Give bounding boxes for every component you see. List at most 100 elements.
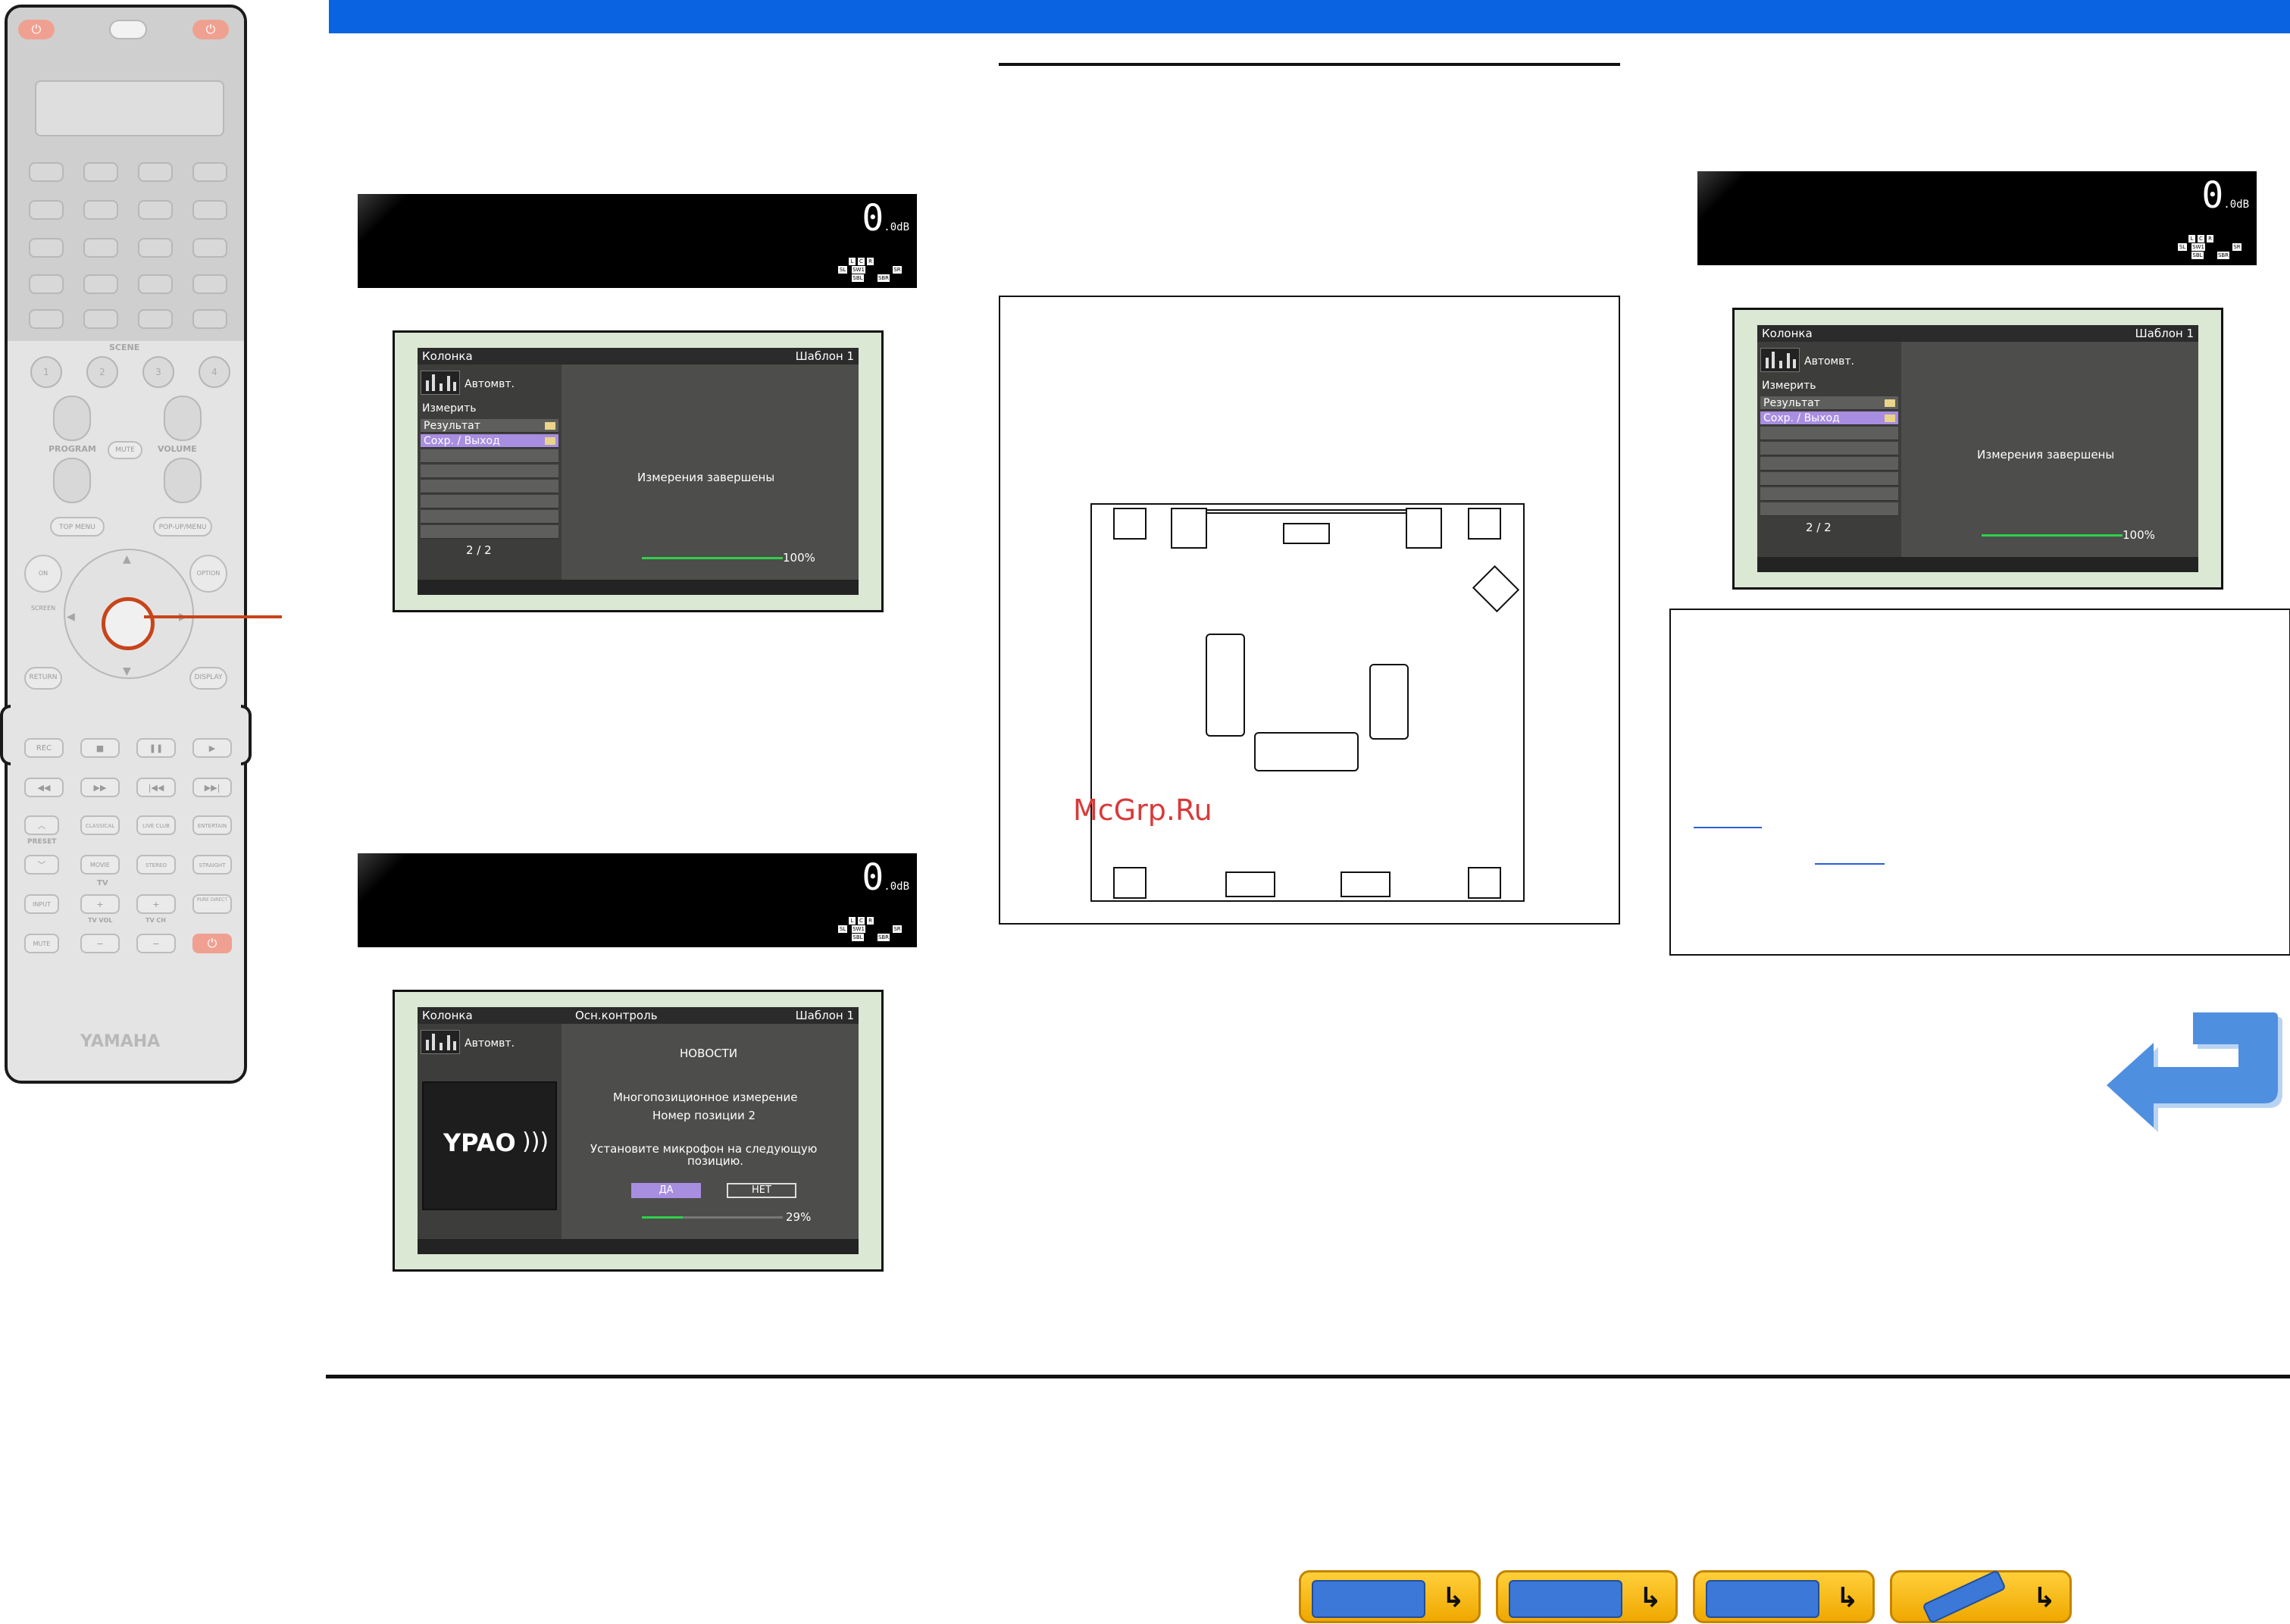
progress-fill <box>642 557 783 559</box>
on-screen-button[interactable]: ON SCREEN <box>24 555 62 612</box>
menu-item-save-exit[interactable]: Сохр. / Выход <box>421 434 558 448</box>
input-button[interactable]: INPUT <box>24 894 59 914</box>
fast-forward-button[interactable]: ▶▶ <box>80 778 120 797</box>
scene-key-3[interactable]: 3 <box>142 356 174 388</box>
measure-item[interactable]: Измерить <box>1762 380 1816 392</box>
tv-vol-up-button[interactable]: + <box>80 894 120 914</box>
skip-back-button[interactable]: |◀◀ <box>136 778 176 797</box>
down-arrow-icon[interactable]: ▼ <box>123 665 131 677</box>
input-key[interactable] <box>29 274 64 294</box>
up-arrow-icon[interactable]: ▲ <box>123 553 131 565</box>
nav-remote-button[interactable]: ↳ <box>1890 1569 2072 1624</box>
mute-button[interactable]: MUTE <box>24 934 59 953</box>
input-key[interactable] <box>83 274 118 294</box>
input-key[interactable] <box>192 274 227 294</box>
power-tv-icon[interactable]: ⏻ <box>192 20 229 39</box>
input-key[interactable] <box>83 162 118 182</box>
osd-title: Колонка <box>422 1009 473 1022</box>
program-down-button[interactable] <box>53 458 91 503</box>
yes-button[interactable]: ДА <box>631 1183 701 1198</box>
menu-item-empty <box>421 510 558 524</box>
input-key[interactable] <box>192 309 227 329</box>
classical-button[interactable]: CLASSICAL <box>80 815 120 835</box>
input-key[interactable] <box>29 162 64 182</box>
speaker-SBR: SBR <box>2217 252 2229 259</box>
tv-ch-down-button[interactable]: − <box>136 934 176 953</box>
tv-vol-down-button[interactable]: − <box>80 934 120 953</box>
scene-key-1[interactable]: 1 <box>30 356 62 388</box>
input-key[interactable] <box>29 238 64 258</box>
live-club-button[interactable]: LIVE CLUB <box>136 815 176 835</box>
remote-side-grip <box>241 705 252 765</box>
osd-pattern: Шаблон 1 <box>795 349 854 363</box>
input-key[interactable] <box>138 238 173 258</box>
progress-percent: 100% <box>783 551 815 565</box>
input-key[interactable] <box>29 200 64 220</box>
enter-button[interactable] <box>102 597 155 650</box>
volume-down-button[interactable] <box>164 458 202 503</box>
entertain-button[interactable]: ENTERTAIN <box>192 815 232 835</box>
option-button[interactable]: OPTION <box>189 555 227 593</box>
no-button[interactable]: НЕТ <box>727 1183 796 1198</box>
input-key[interactable] <box>138 162 173 182</box>
scene-key-2[interactable]: 2 <box>86 356 118 388</box>
auto-label: Автомвт. <box>1804 355 1854 368</box>
input-key[interactable] <box>83 238 118 258</box>
input-key[interactable] <box>29 309 64 329</box>
tv-ch-up-button[interactable]: + <box>136 894 176 914</box>
speaker-SBL: SBL <box>2191 252 2204 259</box>
menu-item-result[interactable]: Результат <box>1760 396 1898 410</box>
straight-button[interactable]: STRAIGHT <box>192 855 232 875</box>
speaker-front-left-outer <box>1113 508 1147 540</box>
source-button[interactable] <box>109 20 147 39</box>
osd-title: Колонка <box>1762 327 1813 340</box>
back-arrow-icon[interactable] <box>2102 1006 2284 1134</box>
input-key[interactable] <box>192 238 227 258</box>
preset-up-button[interactable]: ︿ <box>24 815 59 835</box>
menu-item-result[interactable]: Результат <box>421 419 558 433</box>
speaker-indicators: L C R SL SW1 SR SBL SBR <box>838 917 906 941</box>
measure-item[interactable]: Измерить <box>422 402 476 415</box>
stop-button[interactable]: ■ <box>80 738 120 758</box>
input-key[interactable] <box>138 309 173 329</box>
preset-down-button[interactable]: ﹀ <box>24 855 59 875</box>
program-up-button[interactable] <box>53 396 91 441</box>
volume-up-button[interactable] <box>164 396 202 441</box>
nav-front-panel-button[interactable]: ↳ <box>1496 1570 1678 1623</box>
play-button[interactable]: ▶ <box>192 738 232 758</box>
scene-key-4[interactable]: 4 <box>199 356 230 388</box>
nav-receiver-button[interactable]: ↳ <box>1299 1570 1481 1623</box>
nav-rear-panel-button[interactable]: ↳ <box>1693 1570 1875 1623</box>
osd-side: Автомвт. YPAO ))) <box>418 1024 562 1239</box>
mute-center-button[interactable]: MUTE <box>108 441 142 459</box>
page-link[interactable] <box>1815 863 1885 865</box>
speaker-indicators: L C R SL SW1 SR SBL SBR <box>838 258 906 282</box>
stereo-button[interactable]: STEREO <box>136 855 176 875</box>
pause-button[interactable]: ❚❚ <box>136 738 176 758</box>
input-key[interactable] <box>138 200 173 220</box>
speaker-SW1: SW1 <box>2191 243 2205 251</box>
return-button[interactable]: RETURN <box>24 667 62 690</box>
menu-item-save-exit[interactable]: Сохр. / Выход <box>1760 411 1898 425</box>
input-key[interactable] <box>83 200 118 220</box>
program-label: PROGRAM <box>48 444 96 454</box>
sofa-right <box>1369 664 1409 740</box>
display-button[interactable]: DISPLAY <box>189 667 227 690</box>
popup-menu-button[interactable]: POP-UP/MENU <box>153 517 212 537</box>
rec-button[interactable]: REC <box>24 738 64 758</box>
input-key[interactable] <box>192 200 227 220</box>
input-key[interactable] <box>83 309 118 329</box>
tv-power-icon[interactable]: ⏻ <box>192 934 232 953</box>
movie-button[interactable]: MOVIE <box>80 855 120 875</box>
exit-icon <box>1885 415 1895 422</box>
top-menu-button[interactable]: TOP MENU <box>50 517 105 537</box>
rewind-button[interactable]: ◀◀ <box>24 778 64 797</box>
page-link[interactable] <box>1694 827 1762 828</box>
power-receiver-icon[interactable]: ⏻ <box>18 20 55 39</box>
left-arrow-icon[interactable]: ◀ <box>67 611 75 623</box>
skip-forward-button[interactable]: ▶▶| <box>192 778 232 797</box>
input-key[interactable] <box>138 274 173 294</box>
input-key[interactable] <box>192 162 227 182</box>
osd-footer <box>1757 557 2198 572</box>
pure-direct-button[interactable]: PURE DIRECT <box>192 894 232 914</box>
